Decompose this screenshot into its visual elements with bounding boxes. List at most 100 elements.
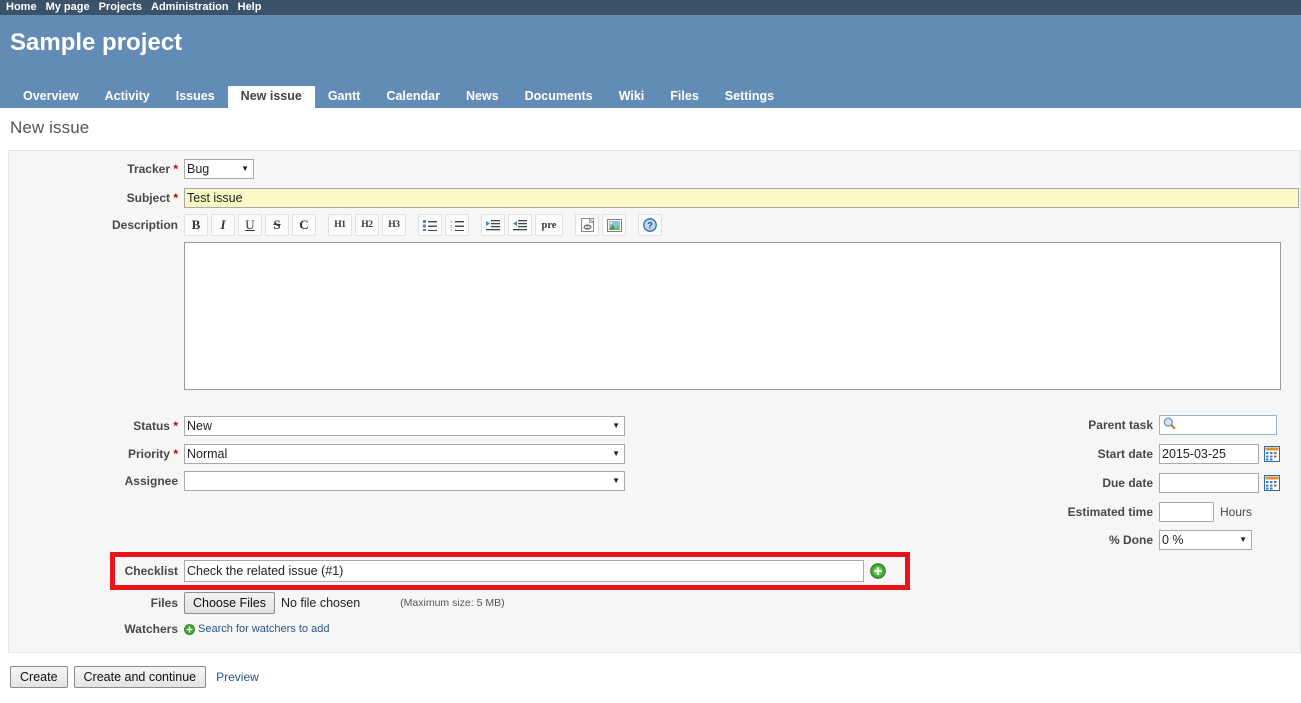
top-menu-item-help[interactable]: Help (238, 0, 262, 15)
top-menu-item-my-page[interactable]: My page (46, 0, 90, 15)
tab-files[interactable]: Files (657, 86, 712, 108)
add-small-icon (184, 623, 195, 635)
field-row-assignee: Assignee ▼ (19, 471, 625, 491)
checklist-input[interactable] (184, 560, 864, 582)
svg-text:?: ? (647, 221, 653, 231)
priority-select[interactable]: Normal (184, 444, 625, 464)
field-row-description: Description B I U S C H1 H2 H3 1 2 3 pre… (19, 214, 1281, 390)
tracker-select[interactable]: Bug (184, 159, 254, 179)
heading-2-icon[interactable]: H2 (355, 214, 379, 236)
status-required-mark: * (173, 419, 178, 433)
strikethrough-icon[interactable]: S (265, 214, 289, 236)
description-textarea[interactable] (184, 242, 1281, 390)
project-header: Sample project Overview Activity Issues … (0, 15, 1301, 108)
calendar-icon[interactable] (1264, 446, 1280, 462)
estimated-time-unit: Hours (1220, 505, 1253, 519)
tab-wiki[interactable]: Wiki (606, 86, 658, 108)
due-date-label: Due date (1102, 476, 1153, 490)
tab-overview[interactable]: Overview (10, 86, 92, 108)
toolbar-separator-5 (629, 214, 635, 236)
create-and-continue-button[interactable]: Create and continue (73, 666, 207, 688)
tab-issues[interactable]: Issues (163, 86, 228, 108)
field-row-subject: Subject * (19, 188, 1299, 208)
tab-activity[interactable]: Activity (92, 86, 163, 108)
estimated-time-label: Estimated time (1067, 505, 1153, 519)
help-icon[interactable]: ? (638, 214, 662, 236)
create-button[interactable]: Create (10, 666, 68, 688)
tracker-label: Tracker * (127, 162, 178, 176)
parent-task-input[interactable] (1159, 415, 1277, 435)
content-area: New issue Tracker * Bug ▼ Subject * Desc… (0, 108, 1301, 688)
top-account-menu: Home My page Projects Administration Hel… (0, 0, 1301, 15)
heading-3-icon[interactable]: H3 (382, 214, 406, 236)
form-actions: Create Create and continue Preview (10, 666, 259, 688)
field-row-status: Status * New ▼ (19, 416, 625, 436)
assignee-select[interactable] (184, 471, 625, 491)
field-row-due-date: Due date (1039, 473, 1280, 493)
search-watchers-link[interactable]: Search for watchers to add (198, 623, 329, 635)
italic-icon[interactable]: I (211, 214, 235, 236)
top-menu-item-administration[interactable]: Administration (151, 0, 229, 15)
calendar-icon[interactable] (1264, 475, 1280, 491)
field-row-files: Files Choose Files No file chosen (Maxim… (19, 592, 505, 614)
max-file-size-note: (Maximum size: 5 MB) (400, 597, 505, 609)
tab-gantt[interactable]: Gantt (315, 86, 374, 108)
estimated-time-input[interactable] (1159, 502, 1214, 522)
ordered-list-icon[interactable]: 1 2 3 (445, 214, 469, 236)
tab-news[interactable]: News (453, 86, 512, 108)
unordered-list-icon[interactable] (418, 214, 442, 236)
parent-task-label: Parent task (1088, 418, 1153, 432)
priority-select-wrap: Normal ▼ (184, 444, 625, 464)
toolbar-separator-3 (472, 214, 478, 236)
project-main-menu: Overview Activity Issues New issue Gantt… (10, 86, 787, 108)
file-status-text: No file chosen (280, 596, 361, 610)
preformatted-icon[interactable]: pre (535, 214, 563, 236)
start-date-input[interactable] (1159, 444, 1259, 464)
code-icon[interactable]: C (292, 214, 316, 236)
due-date-input[interactable] (1159, 473, 1259, 493)
tab-documents[interactable]: Documents (512, 86, 606, 108)
tracker-required-mark: * (173, 162, 178, 176)
subject-required-mark: * (173, 191, 178, 205)
status-select[interactable]: New (184, 416, 625, 436)
indent-icon[interactable] (481, 214, 505, 236)
toolbar-separator-2 (409, 214, 415, 236)
checklist-label: Checklist (124, 564, 178, 578)
priority-required-mark: * (173, 447, 178, 461)
field-row-parent-task: Parent task (1039, 415, 1277, 435)
top-menu-item-projects[interactable]: Projects (99, 0, 142, 15)
heading-1-icon[interactable]: H1 (328, 214, 352, 236)
preview-link[interactable]: Preview (216, 670, 259, 684)
tab-calendar[interactable]: Calendar (373, 86, 453, 108)
toolbar-separator-4 (566, 214, 572, 236)
assignee-label: Assignee (124, 474, 178, 488)
subject-label: Subject * (126, 191, 178, 205)
add-circle-icon[interactable] (870, 563, 886, 579)
tracker-select-wrap: Bug ▼ (184, 159, 254, 179)
underline-icon[interactable]: U (238, 214, 262, 236)
outdent-icon[interactable] (508, 214, 532, 236)
watchers-label: Watchers (124, 622, 178, 636)
tab-settings[interactable]: Settings (712, 86, 787, 108)
link-icon[interactable] (575, 214, 599, 236)
field-row-percent-done: % Done 0 % ▼ (1039, 530, 1252, 550)
bold-icon[interactable]: B (184, 214, 208, 236)
description-label: Description (111, 218, 178, 232)
status-label: Status * (133, 419, 178, 433)
image-icon[interactable] (602, 214, 626, 236)
choose-files-button[interactable]: Choose Files (184, 592, 275, 614)
page-title: New issue (10, 118, 90, 137)
new-issue-form-box: Tracker * Bug ▼ Subject * Description B … (8, 150, 1301, 653)
top-menu-item-home[interactable]: Home (6, 0, 37, 15)
assignee-select-wrap: ▼ (184, 471, 625, 491)
priority-label: Priority * (127, 447, 178, 461)
field-row-start-date: Start date (1039, 444, 1280, 464)
status-select-wrap: New ▼ (184, 416, 625, 436)
tab-new-issue[interactable]: New issue (227, 86, 315, 108)
percent-done-select[interactable]: 0 % (1159, 530, 1252, 550)
start-date-label: Start date (1097, 447, 1153, 461)
parent-task-input-wrap (1159, 415, 1277, 435)
toolbar-separator-1 (319, 214, 325, 236)
percent-done-label: % Done (1108, 533, 1153, 547)
subject-input[interactable] (184, 188, 1299, 208)
